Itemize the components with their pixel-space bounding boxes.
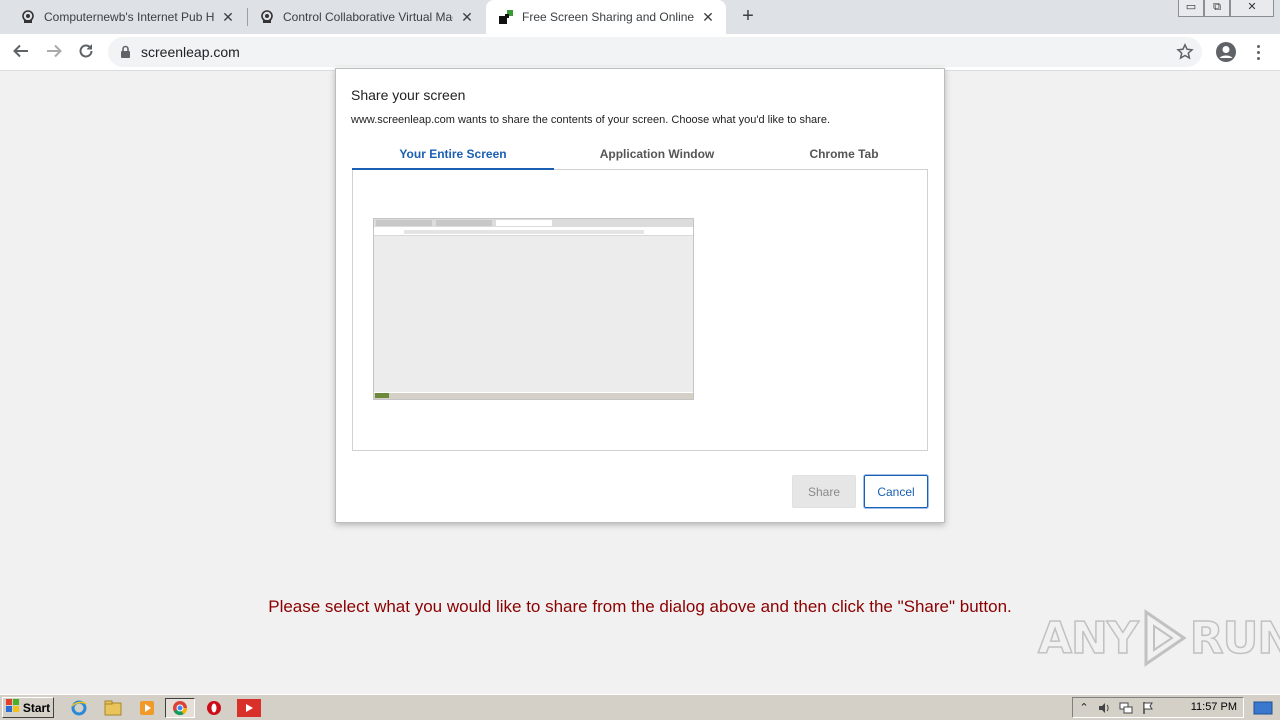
dialog-tabs: Your Entire Screen Application Window Ch… bbox=[352, 143, 928, 170]
ie-icon[interactable] bbox=[68, 698, 90, 718]
browser-tab-screenleap[interactable]: Free Screen Sharing and Online Meetings … bbox=[486, 0, 726, 34]
tab-title: Free Screen Sharing and Online Meetings bbox=[522, 10, 694, 24]
browser-tab-pub-hub[interactable]: Computernewb's Internet Pub Hub ✕ bbox=[8, 0, 246, 34]
system-tray: ⌃ 11:57 PM bbox=[1072, 697, 1244, 718]
windows-logo-icon bbox=[5, 699, 20, 716]
thumbnail-tab bbox=[496, 220, 552, 226]
thumbnail-tab bbox=[436, 220, 492, 226]
star-icon[interactable] bbox=[1176, 43, 1194, 64]
dialog-content-panel bbox=[352, 170, 928, 451]
window-controls: ▭ ⧉ ✕ bbox=[1178, 0, 1274, 17]
flag-icon[interactable] bbox=[1141, 701, 1155, 715]
close-icon[interactable]: ✕ bbox=[459, 9, 475, 25]
tab-chrome-tab[interactable]: Chrome Tab bbox=[760, 143, 928, 170]
tab-title: Control Collaborative Virtual Machine bbox=[283, 10, 453, 24]
vm-icon bbox=[20, 9, 36, 25]
profile-avatar-icon[interactable] bbox=[1214, 40, 1238, 64]
dialog-title: Share your screen bbox=[351, 87, 466, 103]
back-button[interactable] bbox=[9, 40, 33, 64]
media-player-icon[interactable] bbox=[136, 698, 158, 718]
tab-entire-screen[interactable]: Your Entire Screen bbox=[352, 143, 554, 170]
url-text[interactable]: screenleap.com bbox=[141, 44, 240, 60]
vm-icon bbox=[259, 9, 275, 25]
browser-tab-vm-control[interactable]: Control Collaborative Virtual Machine ✕ bbox=[247, 0, 485, 34]
cancel-button[interactable]: Cancel bbox=[864, 475, 928, 508]
thumbnail-start-button bbox=[375, 393, 389, 398]
forward-button[interactable] bbox=[42, 40, 66, 64]
close-icon[interactable]: ✕ bbox=[220, 9, 236, 25]
windows-taskbar: Start ⌃ 11:57 PM bbox=[0, 694, 1280, 720]
clock[interactable]: 11:57 PM bbox=[1191, 701, 1237, 713]
arrow-left-icon bbox=[12, 42, 30, 63]
chevron-up-icon[interactable]: ⌃ bbox=[1077, 701, 1091, 715]
screen-thumbnail[interactable] bbox=[373, 218, 694, 400]
dialog-description: www.screenleap.com wants to share the co… bbox=[351, 114, 831, 126]
tab-application-window[interactable]: Application Window bbox=[554, 143, 760, 170]
minimize-button[interactable]: ▭ bbox=[1178, 0, 1204, 17]
start-button[interactable]: Start bbox=[2, 697, 54, 718]
browser-tab-strip: Computernewb's Internet Pub Hub ✕ Contro… bbox=[0, 0, 1280, 34]
chrome-icon[interactable] bbox=[165, 698, 195, 718]
start-label: Start bbox=[22, 700, 51, 715]
reload-icon bbox=[77, 42, 95, 63]
thumbnail-taskbar bbox=[374, 392, 693, 399]
arrow-right-icon bbox=[45, 42, 63, 63]
show-desktop-icon[interactable] bbox=[1250, 699, 1276, 717]
share-screen-dialog: Share your screen www.screenleap.com wan… bbox=[335, 68, 945, 523]
screenleap-icon bbox=[498, 9, 514, 25]
thumbnail-tab bbox=[376, 220, 432, 226]
reload-button[interactable] bbox=[74, 40, 98, 64]
close-window-button[interactable]: ✕ bbox=[1230, 0, 1274, 17]
browser-toolbar: screenleap.com bbox=[0, 34, 1280, 71]
kebab-menu-icon[interactable] bbox=[1248, 40, 1268, 64]
close-icon[interactable]: ✕ bbox=[700, 9, 716, 25]
explorer-icon[interactable] bbox=[102, 698, 124, 718]
play-icon bbox=[1144, 609, 1187, 667]
network-icon[interactable] bbox=[1119, 701, 1133, 715]
speaker-icon[interactable] bbox=[1097, 701, 1111, 715]
anyrun-icon[interactable] bbox=[236, 698, 262, 718]
share-button[interactable]: Share bbox=[792, 475, 856, 508]
lock-icon[interactable] bbox=[120, 45, 131, 62]
address-bar[interactable]: screenleap.com bbox=[108, 37, 1202, 67]
opera-icon[interactable] bbox=[203, 698, 225, 718]
tab-title: Computernewb's Internet Pub Hub bbox=[44, 10, 214, 24]
anyrun-watermark-logo: ANY RUN bbox=[1037, 608, 1280, 668]
restore-button[interactable]: ⧉ bbox=[1204, 0, 1230, 17]
thumbnail-address-bar bbox=[404, 230, 644, 234]
new-tab-button[interactable]: + bbox=[737, 5, 759, 27]
